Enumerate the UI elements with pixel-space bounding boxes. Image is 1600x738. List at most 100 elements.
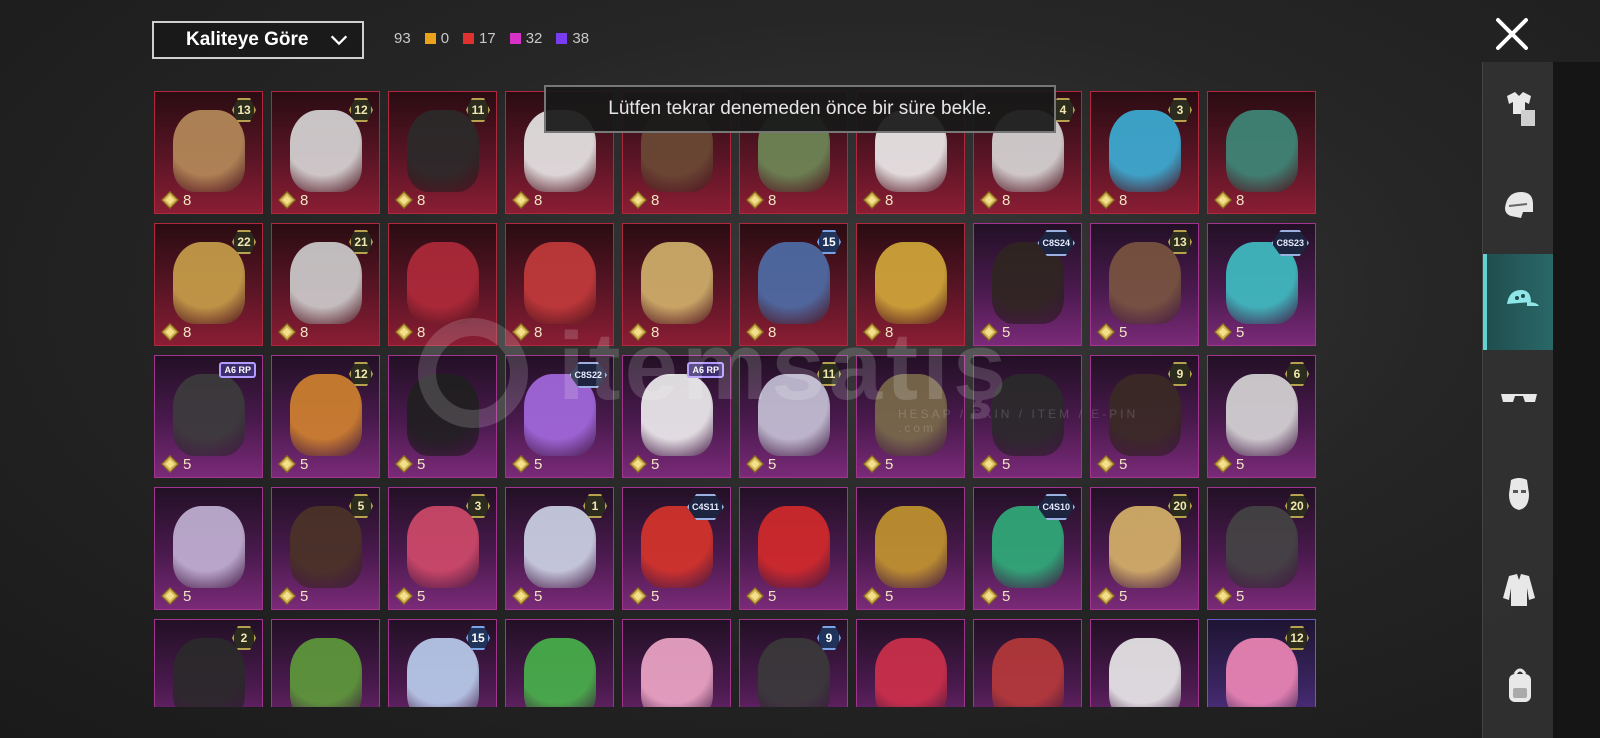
sidebar-item-backpack[interactable] <box>1483 638 1555 734</box>
item-tile[interactable]: C8S22 5 <box>505 355 614 478</box>
item-tile[interactable]: C4S10 5 <box>973 487 1082 610</box>
item-cost: 5 <box>629 455 659 473</box>
item-image <box>1109 242 1181 324</box>
item-tile[interactable]: 13 5 <box>1090 223 1199 346</box>
total-count: 93 <box>394 30 411 47</box>
count-pink: 32 <box>509 30 542 47</box>
item-cost-value: 5 <box>534 587 543 605</box>
helmet-icon <box>1505 192 1533 218</box>
item-tile[interactable]: C8S24 5 <box>973 223 1082 346</box>
item-cost-value: 8 <box>534 323 543 341</box>
item-tile[interactable] <box>622 619 731 707</box>
item-cost-value: 8 <box>1236 191 1245 209</box>
item-tile[interactable]: 8 <box>622 223 731 346</box>
item-tile[interactable]: A6 RP 5 <box>154 355 263 478</box>
item-cost: 8 <box>863 323 893 341</box>
item-cost: 5 <box>980 587 1010 605</box>
sidebar-item-glasses[interactable] <box>1483 350 1555 446</box>
item-tile[interactable]: 12 5 <box>271 355 380 478</box>
item-tile[interactable]: 20 5 <box>1090 487 1199 610</box>
item-cost: 8 <box>1214 191 1244 209</box>
item-tile[interactable]: 15 <box>388 619 497 707</box>
item-cost: 5 <box>1214 323 1244 341</box>
item-image <box>290 374 362 456</box>
close-icon[interactable] <box>1492 14 1532 54</box>
item-tile[interactable]: 8 <box>388 223 497 346</box>
item-tile[interactable]: 55 <box>271 487 380 610</box>
item-cost-value: 5 <box>183 587 192 605</box>
item-image <box>407 242 479 324</box>
item-tile[interactable]: 5 <box>856 355 965 478</box>
sort-dropdown[interactable]: Kaliteye Göre <box>152 21 364 59</box>
sort-dropdown-label: Kaliteye Göre <box>186 29 309 50</box>
item-tile[interactable] <box>973 619 1082 707</box>
gem-icon <box>746 191 764 209</box>
item-cost: 5 <box>1097 455 1127 473</box>
item-tile[interactable]: 11 8 <box>388 91 497 214</box>
gem-icon <box>395 587 413 605</box>
item-tile[interactable]: 2 <box>154 619 263 707</box>
gem-icon <box>161 191 179 209</box>
gem-icon <box>746 455 764 473</box>
item-tile[interactable]: 20 5 <box>1207 487 1316 610</box>
outfit-icon <box>1507 92 1535 126</box>
item-tile[interactable]: 15 <box>505 487 614 610</box>
item-tile[interactable]: 5 <box>388 355 497 478</box>
item-tile[interactable]: 5 <box>973 355 1082 478</box>
item-cost: 8 <box>1097 191 1127 209</box>
item-tile[interactable]: 35 <box>388 487 497 610</box>
item-tile[interactable] <box>1090 619 1199 707</box>
item-cost: 5 <box>746 455 776 473</box>
item-tile[interactable]: 5 <box>739 487 848 610</box>
item-tile[interactable]: 65 <box>1207 355 1316 478</box>
item-cost-value: 5 <box>1119 323 1128 341</box>
item-image <box>1109 506 1181 588</box>
item-cost: 5 <box>980 323 1010 341</box>
item-tile[interactable]: 8 <box>505 223 614 346</box>
item-tile[interactable]: 22 8 <box>154 223 263 346</box>
item-cost: 5 <box>512 455 542 473</box>
item-tile[interactable]: A6 RP 5 <box>622 355 731 478</box>
gem-icon <box>278 587 296 605</box>
item-tile[interactable]: 13 8 <box>154 91 263 214</box>
item-tile[interactable]: 11 5 <box>739 355 848 478</box>
gem-icon <box>1214 191 1232 209</box>
item-tile[interactable]: 5 <box>154 487 263 610</box>
item-cost: 8 <box>395 191 425 209</box>
item-image <box>1109 110 1181 192</box>
item-tile[interactable]: 8 <box>856 223 965 346</box>
item-tile[interactable]: 12 <box>1207 619 1316 707</box>
sidebar-item-mask[interactable] <box>1483 446 1555 542</box>
item-tile[interactable]: 38 <box>1090 91 1199 214</box>
count-gold: 0 <box>424 30 449 47</box>
item-tile[interactable]: 8 <box>1207 91 1316 214</box>
item-grid: 13 8 12 8 11 8 8 8 8 8 4 8 3 8 8 22 8 21 8 8 8 8 15 8 8 C8S24 5 13 5… <box>154 91 1316 707</box>
item-tile[interactable] <box>856 619 965 707</box>
sidebar-item-outfit[interactable] <box>1483 62 1555 158</box>
item-tile[interactable]: 12 8 <box>271 91 380 214</box>
gem-icon <box>1097 455 1115 473</box>
item-image <box>1226 638 1298 707</box>
item-tile[interactable]: C4S11 5 <box>622 487 731 610</box>
item-cost-value: 5 <box>1002 323 1011 341</box>
item-tile[interactable]: 15 8 <box>739 223 848 346</box>
item-tile[interactable]: 9 <box>739 619 848 707</box>
item-cost-value: 8 <box>183 323 192 341</box>
item-tile[interactable] <box>505 619 614 707</box>
sidebar-item-jacket[interactable] <box>1483 542 1555 638</box>
item-tile[interactable]: 95 <box>1090 355 1199 478</box>
side-scrollbar[interactable] <box>1553 62 1600 738</box>
item-image <box>641 638 713 707</box>
sidebar-item-cap[interactable] <box>1483 254 1555 350</box>
item-tile[interactable]: 21 8 <box>271 223 380 346</box>
item-tile[interactable]: 5 <box>856 487 965 610</box>
item-cost-value: 5 <box>768 587 777 605</box>
gem-icon <box>395 455 413 473</box>
item-cost-value: 8 <box>417 191 426 209</box>
sidebar-item-helmet[interactable] <box>1483 158 1555 254</box>
gem-icon <box>278 455 296 473</box>
gold-square-icon <box>424 33 436 44</box>
item-image <box>173 638 245 707</box>
item-tile[interactable]: C8S23 5 <box>1207 223 1316 346</box>
item-tile[interactable] <box>271 619 380 707</box>
